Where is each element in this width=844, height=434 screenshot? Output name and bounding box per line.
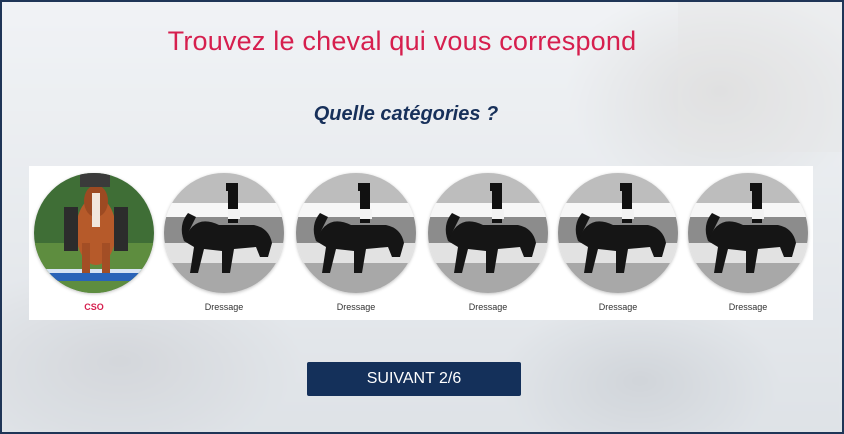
category-option-dressage[interactable]: Dressage: [423, 166, 553, 320]
question-heading: Quelle catégories ?: [313, 103, 499, 125]
category-option-cso[interactable]: CSO: [29, 166, 159, 320]
show-jumping-image: [34, 173, 154, 293]
dressage-image: [296, 173, 416, 293]
category-label: CSO: [84, 302, 104, 312]
page-title: Trouvez le cheval qui vous correspond: [167, 26, 637, 56]
dressage-image: [558, 173, 678, 293]
dressage-image: [164, 173, 284, 293]
category-strip: CSO Dressage Dressage Dressage Dressage …: [29, 166, 813, 320]
category-option-dressage[interactable]: Dressage: [553, 166, 683, 320]
next-button[interactable]: SUIVANT 2/6: [307, 362, 521, 396]
category-label: Dressage: [598, 302, 638, 312]
category-label: Dressage: [204, 302, 244, 312]
dressage-image: [688, 173, 808, 293]
category-option-dressage[interactable]: Dressage: [291, 166, 421, 320]
category-label: Dressage: [336, 302, 376, 312]
dressage-image: [428, 173, 548, 293]
category-option-dressage[interactable]: Dressage: [159, 166, 289, 320]
category-label: Dressage: [728, 302, 768, 312]
category-label: Dressage: [468, 302, 508, 312]
category-option-dressage[interactable]: Dressage: [683, 166, 813, 320]
